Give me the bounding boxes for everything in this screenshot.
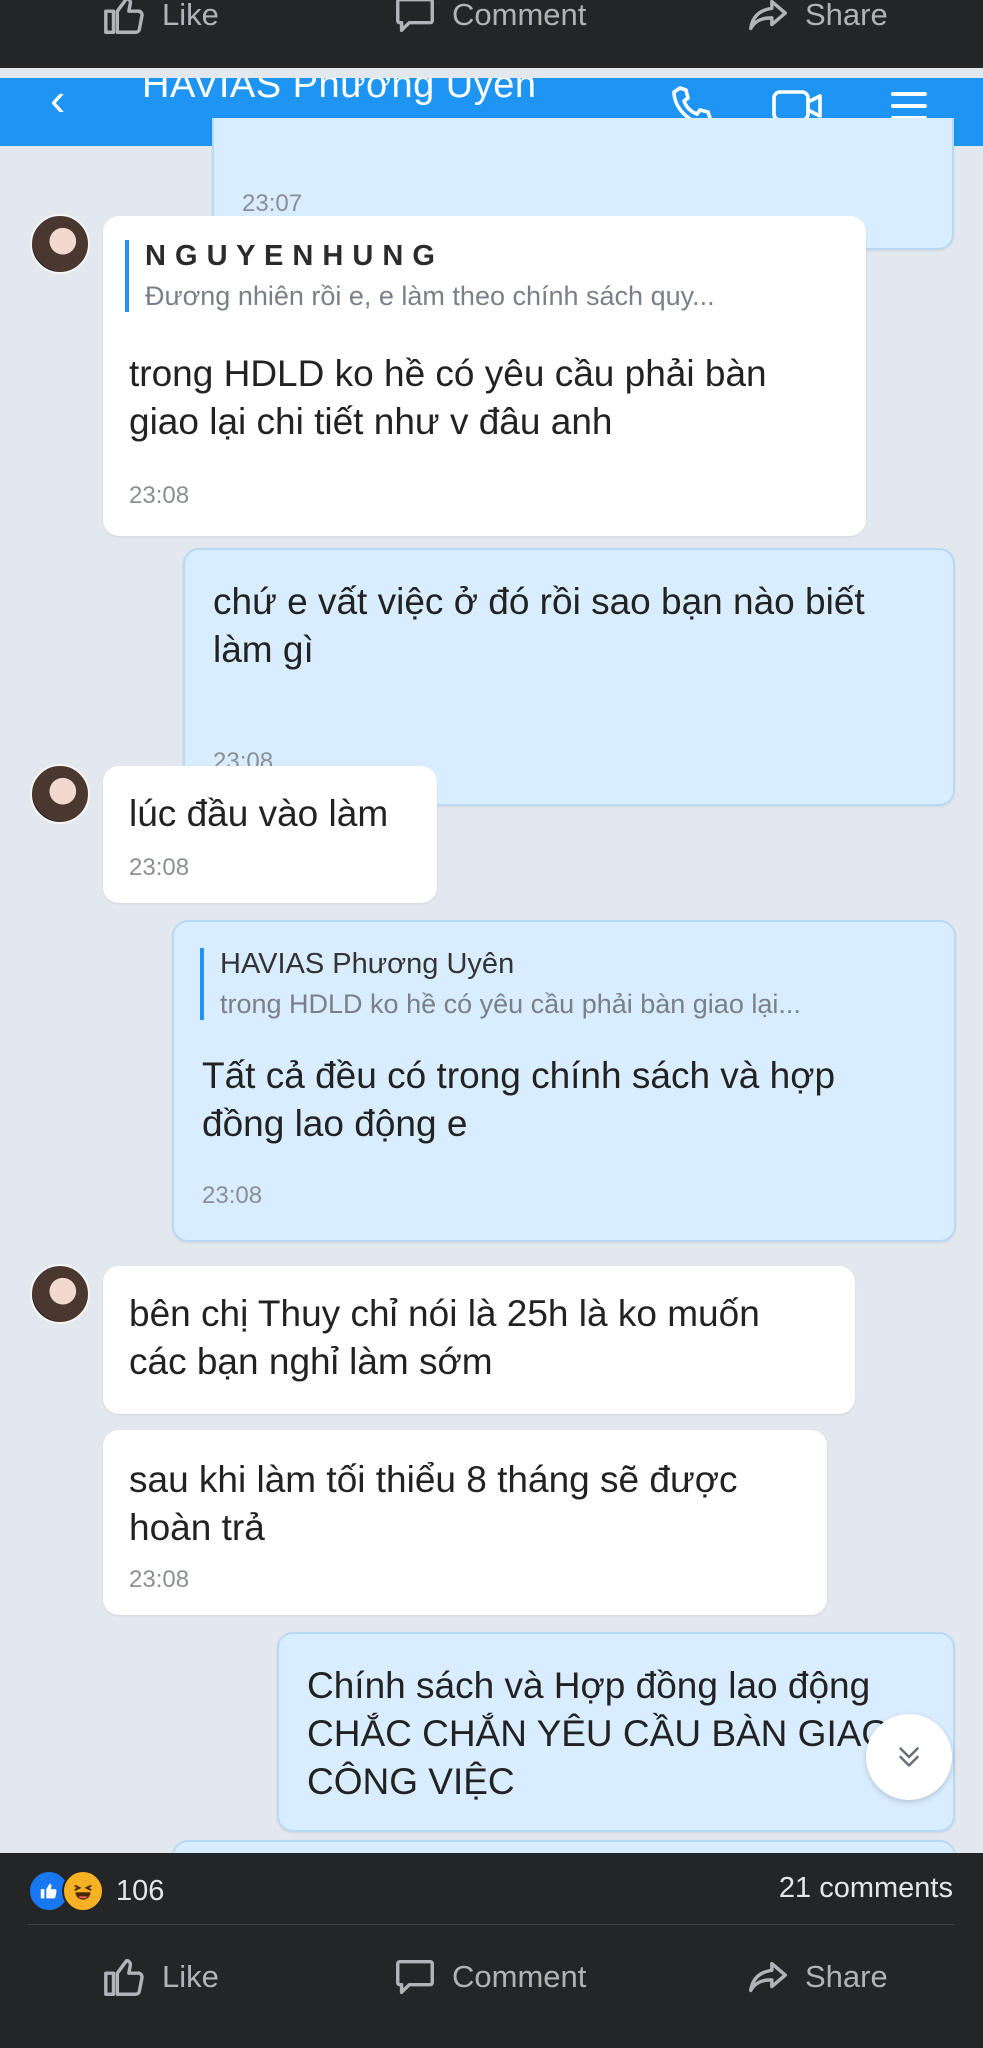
- like-button[interactable]: Like: [102, 1954, 219, 2000]
- message-text: trong HDLD ko hề có yêu cầu phải bàn gia…: [129, 353, 767, 442]
- message-text: Chính sách và Hợp đồng lao động CHẮC CHẮ…: [307, 1665, 891, 1802]
- share-button[interactable]: Share: [745, 1954, 888, 2000]
- quote-text: Đương nhiên rồi e, e làm theo chính sách…: [145, 281, 715, 311]
- message-time: 23:08: [129, 854, 190, 881]
- message-time: 23:08: [129, 1566, 190, 1593]
- divider: [28, 1924, 955, 1925]
- like-label: Like: [162, 0, 219, 32]
- reaction-summary[interactable]: 106: [28, 1870, 164, 1912]
- comment-button-top[interactable]: Comment: [392, 0, 586, 38]
- message-bubble-in: bên chị Thuy chỉ nói là 25h là ko muốn c…: [103, 1266, 855, 1414]
- avatar[interactable]: [30, 764, 90, 824]
- share-button-top[interactable]: Share: [745, 0, 888, 38]
- message-bubble-out: [172, 1840, 956, 1853]
- avatar[interactable]: [30, 214, 90, 274]
- message-bubble-in: N G U Y E N H U N G Đương nhiên rồi e, e…: [103, 216, 866, 536]
- message-text: Tất cả đều có trong chính sách và hợp đồ…: [202, 1055, 836, 1144]
- thumbs-up-icon: [104, 1958, 144, 1996]
- comment-icon: [396, 0, 434, 33]
- avatar[interactable]: [30, 1264, 90, 1324]
- quote-author: HAVIAS Phương Uyên: [220, 948, 515, 980]
- share-label: Share: [805, 1959, 888, 1994]
- reply-quote[interactable]: HAVIAS Phương Uyên trong HDLD ko hề có y…: [200, 948, 940, 1020]
- share-icon: [749, 0, 787, 31]
- scroll-down-button[interactable]: [866, 1714, 952, 1800]
- chat-title: HAVIAS Phương Uyên: [142, 78, 537, 106]
- quote-text: trong HDLD ko hề có yêu cầu phải bàn gia…: [220, 989, 801, 1019]
- message-time: 23:08: [129, 482, 190, 509]
- fb-top-action-bar: Like Comment Share: [0, 0, 983, 68]
- message-time: 23:08: [202, 1182, 263, 1209]
- reply-quote[interactable]: N G U Y E N H U N G Đương nhiên rồi e, e…: [125, 240, 845, 312]
- message-text: bên chị Thuy chỉ nói là 25h là ko muốn c…: [129, 1293, 760, 1382]
- message-bubble-out: HAVIAS Phương Uyên trong HDLD ko hề có y…: [172, 920, 956, 1242]
- message-bubble-out: Chính sách và Hợp đồng lao động CHẮC CHẮ…: [277, 1632, 955, 1832]
- share-label: Share: [805, 0, 888, 32]
- back-icon[interactable]: ‹: [50, 78, 65, 126]
- quote-author: N G U Y E N H U N G: [145, 240, 436, 272]
- message-bubble-in: sau khi làm tối thiểu 8 tháng sẽ được ho…: [103, 1430, 827, 1615]
- double-chevron-down-icon: [899, 1747, 919, 1767]
- comment-label: Comment: [452, 1959, 587, 1994]
- comment-icon: [396, 1959, 434, 1995]
- message-text: chứ e vất việc ở đó rồi sao bạn nào biết…: [213, 581, 865, 670]
- comments-count[interactable]: 21 comments: [779, 1872, 953, 1905]
- message-bubble-in: lúc đầu vào làm 23:08: [103, 766, 437, 903]
- like-label: Like: [162, 1959, 219, 1994]
- comment-label: Comment: [452, 0, 587, 32]
- message-time: 23:07: [242, 190, 303, 217]
- comment-button[interactable]: Comment: [392, 1954, 586, 2000]
- like-button-top[interactable]: Like: [102, 0, 219, 38]
- message-text: lúc đầu vào làm: [129, 793, 389, 834]
- chat-screenshot: ‹ HAVIAS Phương Uyên 23:07 N G U Y E N H…: [0, 68, 983, 1853]
- thumbs-up-icon: [104, 0, 144, 34]
- reaction-count: 106: [116, 1874, 165, 1907]
- message-text: sau khi làm tối thiểu 8 tháng sẽ được ho…: [129, 1459, 738, 1548]
- share-icon: [749, 1961, 787, 1993]
- haha-reaction-icon: [62, 1870, 104, 1912]
